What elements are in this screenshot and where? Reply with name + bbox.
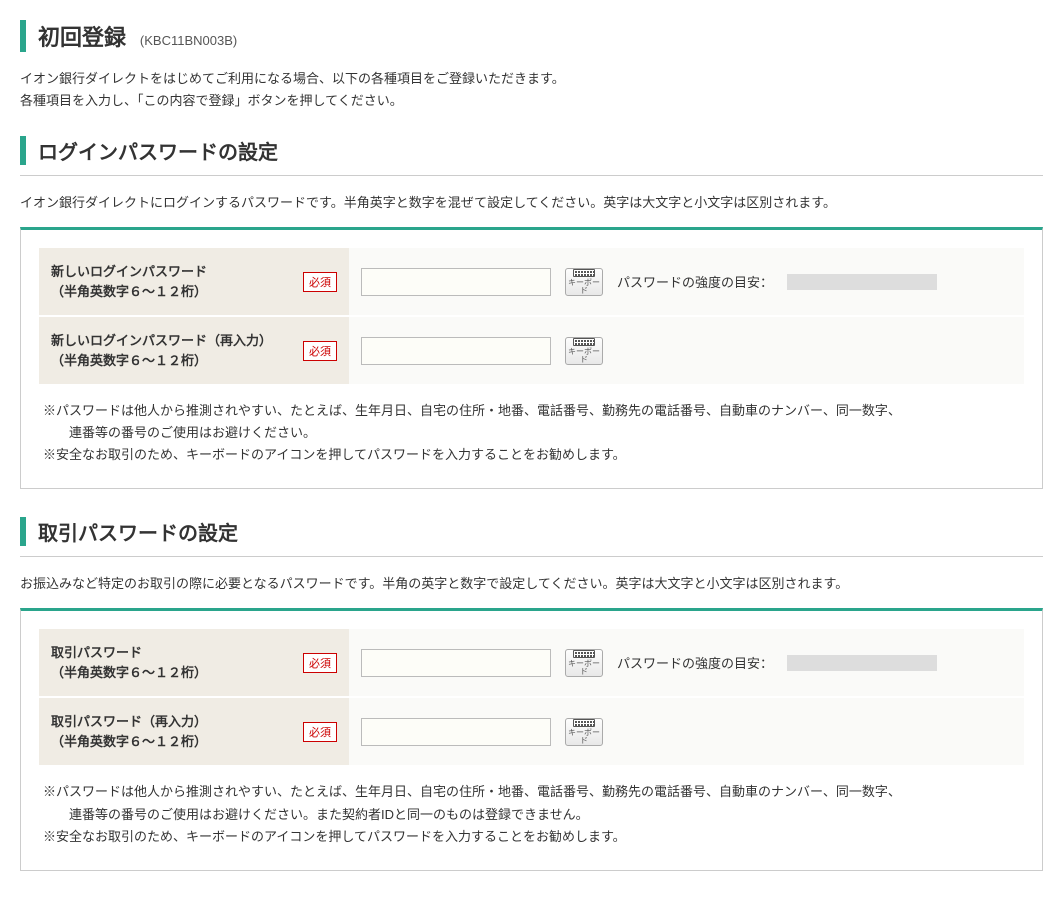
section-divider xyxy=(20,556,1043,557)
password-strength-meter xyxy=(787,655,937,671)
keyboard-label: キーボード xyxy=(566,348,602,364)
label-line-2: （半角英数字６～１２桁） xyxy=(51,284,207,299)
keyboard-label: キーボード xyxy=(566,279,602,295)
keyboard-label: キーボード xyxy=(566,729,602,745)
password-strength-label: パスワードの強度の目安： xyxy=(617,272,773,291)
section-heading: 取引パスワードの設定 xyxy=(38,517,1043,546)
note-line-1b: 連番等の番号のご使用はお避けください。 xyxy=(43,422,1020,444)
form-input-cell: キーボード パスワードの強度の目安： xyxy=(349,629,1024,696)
label-line-1: 新しいログインパスワード xyxy=(51,264,207,279)
label-line-2: （半角英数字６～１２桁） xyxy=(51,734,207,749)
section-header-login-password: ログインパスワードの設定 xyxy=(20,136,1043,165)
transaction-password-confirm-input[interactable] xyxy=(361,718,551,746)
required-badge: 必須 xyxy=(303,722,337,742)
keyboard-icon xyxy=(573,269,595,277)
login-password-input[interactable] xyxy=(361,268,551,296)
page-code: (KBC11BN003B) xyxy=(140,33,237,48)
transaction-password-input[interactable] xyxy=(361,649,551,677)
password-strength-meter xyxy=(787,274,937,290)
virtual-keyboard-button[interactable]: キーボード xyxy=(565,337,603,365)
form-input-cell: キーボード パスワードの強度の目安： xyxy=(349,248,1024,315)
virtual-keyboard-button[interactable]: キーボード xyxy=(565,718,603,746)
label-line-1: 新しいログインパスワード（再入力） xyxy=(51,333,272,348)
form-label-cell: 取引パスワード （半角英数字６～１２桁） 必須 xyxy=(39,629,349,696)
required-badge: 必須 xyxy=(303,653,337,673)
label-line-1: 取引パスワード（再入力） xyxy=(51,714,207,729)
form-label-text: 新しいログインパスワード（再入力） （半角英数字６～１２桁） xyxy=(51,331,272,370)
note-line-1: ※パスワードは他人から推測されやすい、たとえば、生年月日、自宅の住所・地番、電話… xyxy=(43,403,901,418)
login-password-row: 新しいログインパスワード （半角英数字６～１２桁） 必須 キーボード パスワード… xyxy=(39,248,1024,317)
form-input-cell: キーボード xyxy=(349,317,1024,384)
transaction-password-panel: 取引パスワード （半角英数字６～１２桁） 必須 キーボード パスワードの強度の目… xyxy=(20,608,1043,870)
section-divider xyxy=(20,175,1043,176)
note-line-2: ※安全なお取引のため、キーボードのアイコンを押してパスワードを入力することをお勧… xyxy=(43,829,626,844)
form-label-cell: 取引パスワード（再入力） （半角英数字６～１２桁） 必須 xyxy=(39,698,349,765)
note-line-1b: 連番等の番号のご使用はお避けください。また契約者IDと同一のものは登録できません… xyxy=(43,804,1020,826)
keyboard-label: キーボード xyxy=(566,660,602,676)
section-heading: ログインパスワードの設定 xyxy=(38,136,1043,165)
required-badge: 必須 xyxy=(303,272,337,292)
intro-line-1: イオン銀行ダイレクトをはじめてご利用になる場合、以下の各種項目をご登録いただきま… xyxy=(20,68,1043,90)
form-label-text: 取引パスワード （半角英数字６～１２桁） xyxy=(51,643,207,682)
login-password-notes: ※パスワードは他人から推測されやすい、たとえば、生年月日、自宅の住所・地番、電話… xyxy=(39,386,1024,470)
login-password-confirm-row: 新しいログインパスワード（再入力） （半角英数字６～１２桁） 必須 キーボード xyxy=(39,317,1024,386)
note-line-2: ※安全なお取引のため、キーボードのアイコンを押してパスワードを入力することをお勧… xyxy=(43,447,626,462)
page-title: 初回登録 xyxy=(38,20,126,52)
login-password-description: イオン銀行ダイレクトにログインするパスワードです。半角英字と数字を混ぜて設定して… xyxy=(20,192,1043,211)
intro-text: イオン銀行ダイレクトをはじめてご利用になる場合、以下の各種項目をご登録いただきま… xyxy=(20,68,1043,112)
keyboard-icon xyxy=(573,719,595,727)
label-line-2: （半角英数字６～１２桁） xyxy=(51,353,207,368)
form-label-text: 新しいログインパスワード （半角英数字６～１２桁） xyxy=(51,262,207,301)
login-password-panel: 新しいログインパスワード （半角英数字６～１２桁） 必須 キーボード パスワード… xyxy=(20,227,1043,489)
form-label-cell: 新しいログインパスワード（再入力） （半角英数字６～１２桁） 必須 xyxy=(39,317,349,384)
keyboard-icon xyxy=(573,650,595,658)
note-line-1: ※パスワードは他人から推測されやすい、たとえば、生年月日、自宅の住所・地番、電話… xyxy=(43,784,901,799)
virtual-keyboard-button[interactable]: キーボード xyxy=(565,268,603,296)
form-input-cell: キーボード xyxy=(349,698,1024,765)
required-badge: 必須 xyxy=(303,341,337,361)
password-strength-label: パスワードの強度の目安： xyxy=(617,653,773,672)
keyboard-icon xyxy=(573,338,595,346)
transaction-password-row: 取引パスワード （半角英数字６～１２桁） 必須 キーボード パスワードの強度の目… xyxy=(39,629,1024,698)
login-password-confirm-input[interactable] xyxy=(361,337,551,365)
transaction-password-confirm-row: 取引パスワード（再入力） （半角英数字６～１２桁） 必須 キーボード xyxy=(39,698,1024,767)
intro-line-2: 各種項目を入力し、「この内容で登録」ボタンを押してください。 xyxy=(20,90,1043,112)
form-label-cell: 新しいログインパスワード （半角英数字６～１２桁） 必須 xyxy=(39,248,349,315)
section-header-transaction-password: 取引パスワードの設定 xyxy=(20,517,1043,546)
transaction-password-notes: ※パスワードは他人から推測されやすい、たとえば、生年月日、自宅の住所・地番、電話… xyxy=(39,767,1024,851)
page-header: 初回登録 (KBC11BN003B) xyxy=(20,20,1043,52)
virtual-keyboard-button[interactable]: キーボード xyxy=(565,649,603,677)
label-line-2: （半角英数字６～１２桁） xyxy=(51,665,207,680)
form-label-text: 取引パスワード（再入力） （半角英数字６～１２桁） xyxy=(51,712,207,751)
transaction-password-description: お振込みなど特定のお取引の際に必要となるパスワードです。半角の英字と数字で設定し… xyxy=(20,573,1043,592)
label-line-1: 取引パスワード xyxy=(51,645,142,660)
